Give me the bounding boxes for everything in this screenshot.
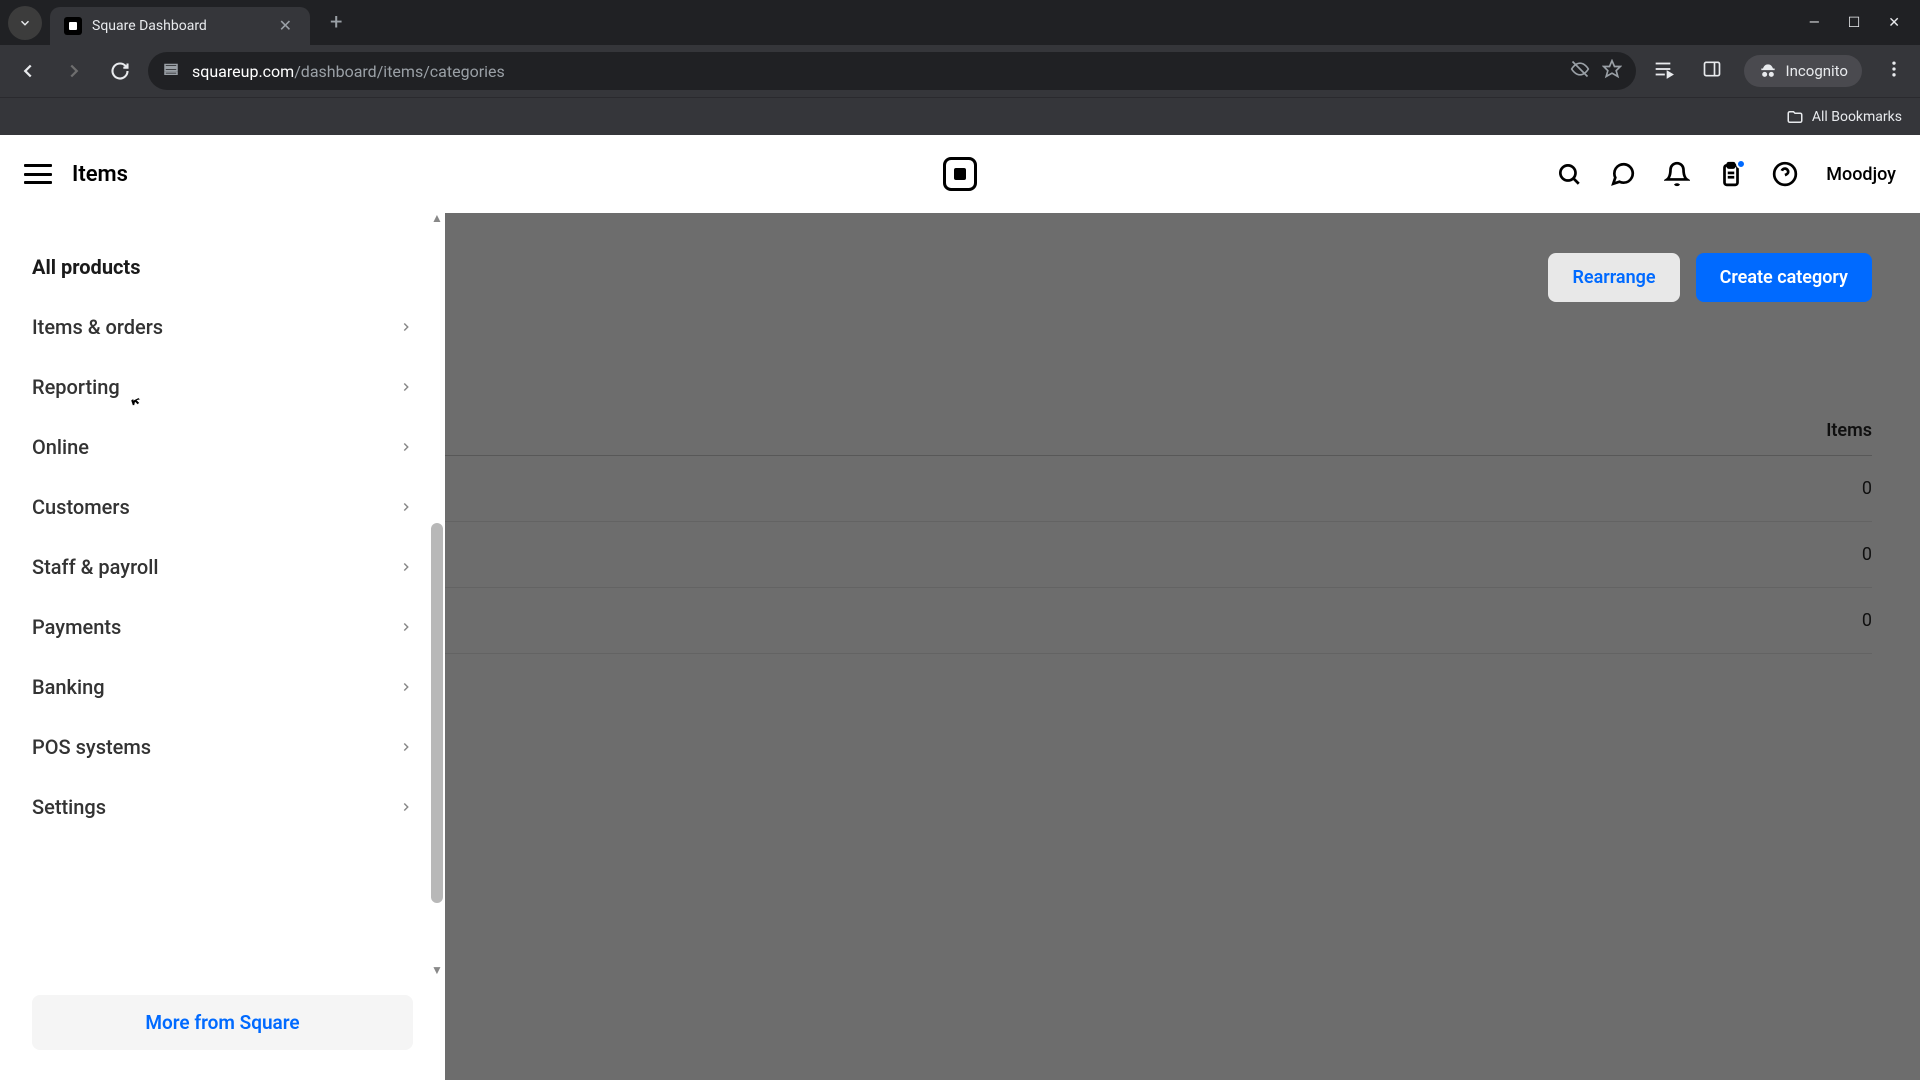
sidebar-item-label: Online [32, 435, 89, 459]
eye-off-icon[interactable] [1570, 59, 1590, 83]
tab-favicon-icon [64, 17, 82, 35]
sidebar-item-pos-systems[interactable]: POS systems [0, 717, 445, 777]
chevron-right-icon [399, 315, 413, 339]
url-text: squareup.com/dashboard/items/categories [192, 62, 1558, 81]
back-button[interactable] [10, 53, 46, 89]
sidebar-item-label: Staff & payroll [32, 555, 158, 579]
create-category-button[interactable]: Create category [1696, 253, 1872, 302]
notifications-icon[interactable] [1664, 161, 1690, 187]
chevron-right-icon [399, 375, 413, 399]
maximize-button[interactable]: ☐ [1848, 15, 1861, 31]
sidebar-item-label: Reporting [32, 375, 120, 399]
forward-button[interactable] [56, 53, 92, 89]
tab-title: Square Dashboard [92, 18, 265, 34]
media-control-icon[interactable] [1646, 52, 1680, 90]
address-bar[interactable]: squareup.com/dashboard/items/categories [148, 52, 1636, 90]
new-tab-button[interactable]: + [322, 6, 350, 39]
browser-tab-strip: Square Dashboard ✕ + — ☐ ✕ [0, 0, 1920, 45]
search-icon[interactable] [1556, 161, 1582, 187]
chevron-right-icon [399, 615, 413, 639]
sidebar-item-banking[interactable]: Banking [0, 657, 445, 717]
sidebar-item-settings[interactable]: Settings [0, 777, 445, 837]
incognito-label: Incognito [1786, 62, 1848, 80]
rearrange-button[interactable]: Rearrange [1548, 253, 1679, 302]
tab-close-icon[interactable]: ✕ [275, 16, 296, 35]
bookmark-star-icon[interactable] [1602, 59, 1622, 83]
scroll-up-icon[interactable]: ▲ [431, 213, 443, 225]
sidebar-item-online[interactable]: Online [0, 417, 445, 477]
browser-tab[interactable]: Square Dashboard ✕ [50, 7, 310, 45]
sidebar: All products Items & orders Reporting On… [0, 213, 445, 1080]
notification-dot-icon [1736, 159, 1746, 169]
more-from-square-button[interactable]: More from Square [32, 995, 413, 1050]
scrollbar-thumb[interactable] [431, 523, 443, 903]
close-window-button[interactable]: ✕ [1888, 15, 1900, 31]
minimize-button[interactable]: — [1809, 15, 1820, 31]
chevron-right-icon [399, 735, 413, 759]
sidebar-item-label: Payments [32, 615, 121, 639]
sidebar-item-label: Settings [32, 795, 106, 819]
sidebar-item-label: Customers [32, 495, 130, 519]
chat-icon[interactable] [1610, 161, 1636, 187]
sidebar-item-label: Items & orders [32, 315, 163, 339]
window-controls: — ☐ ✕ [1809, 15, 1912, 31]
chevron-right-icon [399, 795, 413, 819]
square-logo-icon[interactable] [943, 157, 977, 191]
browser-toolbar: squareup.com/dashboard/items/categories … [0, 45, 1920, 97]
browser-menu-icon[interactable] [1878, 53, 1910, 89]
sidebar-section-title: All products [0, 243, 445, 297]
menu-toggle-button[interactable] [24, 164, 52, 184]
sidebar-item-label: Banking [32, 675, 105, 699]
chevron-right-icon [399, 495, 413, 519]
help-icon[interactable] [1772, 161, 1798, 187]
chevron-right-icon [399, 435, 413, 459]
all-bookmarks-button[interactable]: All Bookmarks [1786, 108, 1902, 126]
sidebar-item-customers[interactable]: Customers [0, 477, 445, 537]
sidebar-item-items-orders[interactable]: Items & orders [0, 297, 445, 357]
bookmarks-bar: All Bookmarks [0, 97, 1920, 135]
app-header: Items Moodjoy [0, 135, 1920, 213]
site-settings-icon[interactable] [162, 60, 180, 82]
tab-search-dropdown[interactable] [8, 6, 42, 40]
header-title: Items [72, 162, 128, 187]
sidebar-item-label: POS systems [32, 735, 151, 759]
sidebar-item-reporting[interactable]: Reporting [0, 357, 445, 417]
chevron-right-icon [399, 675, 413, 699]
incognito-badge[interactable]: Incognito [1744, 55, 1862, 87]
chevron-right-icon [399, 555, 413, 579]
sidebar-item-staff-payroll[interactable]: Staff & payroll [0, 537, 445, 597]
clipboard-icon[interactable] [1718, 161, 1744, 187]
scroll-down-icon[interactable]: ▼ [431, 963, 443, 975]
reload-button[interactable] [102, 53, 138, 89]
user-menu[interactable]: Moodjoy [1826, 164, 1896, 185]
sidebar-item-payments[interactable]: Payments [0, 597, 445, 657]
side-panel-icon[interactable] [1696, 53, 1728, 89]
